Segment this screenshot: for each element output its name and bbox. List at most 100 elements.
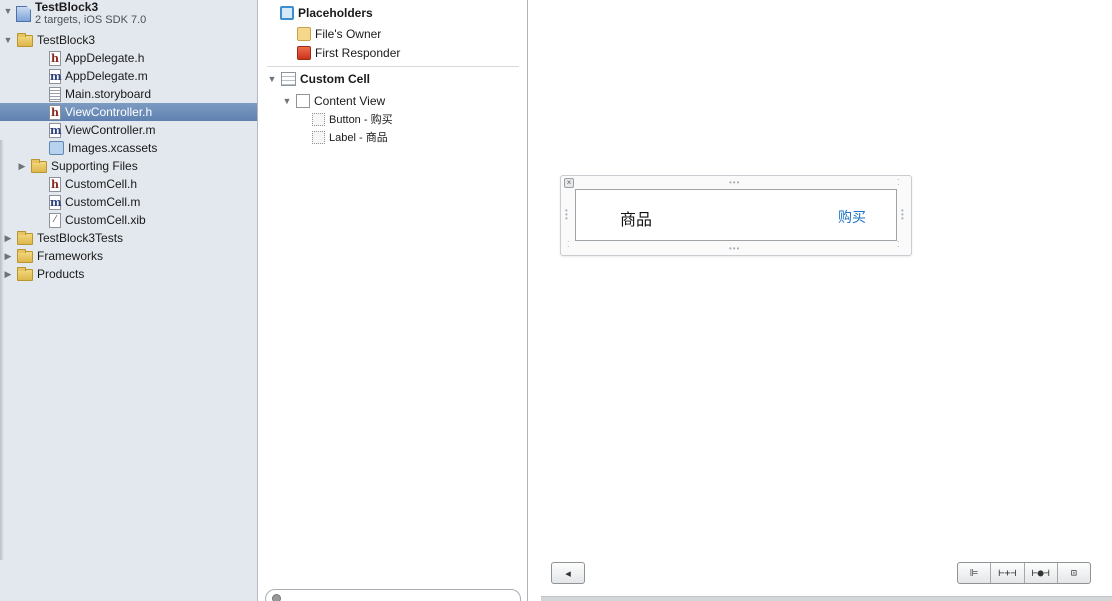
navigator-item[interactable]: ▼ TestBlock3 — [0, 31, 257, 49]
close-icon[interactable]: × — [564, 178, 574, 188]
first-responder-icon — [297, 46, 311, 60]
outline-label: First Responder — [315, 46, 401, 60]
files-owner-icon — [297, 27, 311, 41]
navigator-item[interactable]: ⁄ CustomCell.xib — [0, 211, 257, 229]
disclosure-open-icon[interactable]: ▼ — [3, 35, 13, 45]
outline-label: Content View — [314, 94, 386, 108]
custom-cell-frame[interactable]: × ••• ••• • • • • • • ⁚ ⁚ ⁚ 商品 购买 — [560, 175, 912, 256]
outline-divider — [267, 66, 519, 67]
navigator-item[interactable]: Images.xcassets — [0, 139, 257, 157]
outline-label: File's Owner — [315, 27, 382, 41]
resize-handle-bottom-icon[interactable]: ••• — [729, 245, 740, 253]
align-icon[interactable]: ⊫ — [958, 563, 992, 583]
outline-filter-field[interactable] — [265, 589, 521, 601]
document-outline: Placeholders File's Owner First Responde… — [259, 0, 528, 601]
implementation-file-icon: m — [49, 194, 62, 210]
navigator-item-label: Main.storyboard — [65, 87, 152, 101]
view-icon — [296, 94, 310, 108]
navigator-item[interactable]: m CustomCell.m — [0, 193, 257, 211]
implementation-file-icon: m — [49, 68, 62, 84]
indent: ▼ — [0, 35, 17, 45]
resize-icon[interactable]: ⊡ — [1058, 563, 1090, 583]
navigator-item-label: CustomCell.h — [65, 177, 138, 191]
buy-button[interactable]: 购买 — [838, 207, 866, 227]
outline-item-label[interactable]: Label - 商品 — [312, 128, 388, 146]
navigator-item-label: TestBlock3Tests — [37, 231, 124, 245]
label-object-icon — [312, 130, 325, 144]
navigator-item-label: TestBlock3 — [37, 33, 96, 47]
table-cell-icon — [281, 72, 296, 86]
folder-icon — [17, 231, 33, 245]
disclosure-closed-icon[interactable]: ▶ — [3, 251, 13, 261]
implementation-file-icon: m — [49, 122, 62, 138]
navigator-item[interactable]: ▶ Products — [0, 265, 257, 283]
interface-builder-canvas[interactable]: × ••• ••• • • • • • • ⁚ ⁚ ⁚ 商品 购买 ◂ ⊫ ⊢+⊣ ⊢●… — [529, 0, 1112, 601]
cell-content-view[interactable]: 商品 购买 — [575, 189, 897, 241]
project-icon — [16, 6, 31, 22]
project-subtitle: 2 targets, iOS SDK 7.0 — [35, 14, 147, 26]
button-object-icon — [312, 112, 325, 126]
product-label[interactable]: 商品 — [620, 206, 652, 230]
sidebar-toggle-icon: ◂ — [565, 567, 571, 580]
xib-file-icon: ⁄ — [49, 212, 61, 228]
navigator-item[interactable]: m ViewController.m — [0, 121, 257, 139]
toggle-outline-button[interactable]: ◂ — [551, 562, 585, 584]
folder-icon — [17, 249, 33, 263]
outline-item-files-owner[interactable]: File's Owner — [297, 25, 381, 43]
placeholder-cube-icon — [280, 6, 294, 20]
outline-label: Button - 购买 — [329, 114, 393, 126]
resolve-icon[interactable]: ⊢●⊣ — [1025, 563, 1058, 583]
header-file-icon: h — [49, 104, 61, 120]
outline-item-placeholders[interactable]: Placeholders — [280, 4, 373, 22]
project-name: TestBlock3 — [35, 0, 99, 14]
navigator-item-label: ViewController.m — [65, 123, 156, 137]
header-file-icon: h — [49, 50, 61, 66]
disclosure-open-icon[interactable]: ▼ — [3, 6, 13, 16]
navigator-item-label: Images.xcassets — [68, 141, 158, 155]
indent: ▶ — [0, 233, 17, 243]
outline-item-content-view[interactable]: ▼ Content View — [282, 92, 385, 110]
navigator-item[interactable]: h CustomCell.h — [0, 175, 257, 193]
resize-handle-corner-icon[interactable]: ⁚ — [897, 179, 901, 187]
resize-handle-corner-icon[interactable]: ⁚ — [567, 241, 571, 249]
asset-catalog-icon — [49, 141, 64, 155]
disclosure-closed-icon[interactable]: ▶ — [3, 269, 13, 279]
folder-icon — [31, 159, 47, 173]
navigator-item[interactable]: h AppDelegate.h — [0, 49, 257, 67]
outline-item-first-responder[interactable]: First Responder — [297, 44, 400, 62]
header-file-icon: h — [49, 176, 61, 192]
navigator-item-label: Products — [37, 267, 85, 281]
disclosure-closed-icon[interactable]: ▶ — [3, 233, 13, 243]
auto-layout-controls: ⊫ ⊢+⊣ ⊢●⊣ ⊡ — [957, 562, 1091, 584]
outline-item-custom-cell[interactable]: ▼ Custom Cell — [267, 70, 370, 88]
navigator-item-label: ViewController.h — [65, 105, 153, 119]
resize-handle-right-icon[interactable]: • • • — [901, 207, 905, 223]
resize-handle-left-icon[interactable]: • • • — [565, 207, 569, 223]
indent: ▶ — [0, 269, 17, 279]
navigator-item[interactable]: ▶ TestBlock3Tests — [0, 229, 257, 247]
horizontal-scrollbar[interactable] — [541, 596, 1112, 601]
outline-label: Placeholders — [298, 6, 373, 20]
disclosure-open-icon[interactable]: ▼ — [267, 74, 277, 84]
pin-icon[interactable]: ⊢+⊣ — [991, 563, 1025, 583]
outline-item-button[interactable]: Button - 购买 — [312, 110, 393, 128]
disclosure-closed-icon[interactable]: ▶ — [17, 161, 27, 171]
navigator-item[interactable]: m AppDelegate.m — [0, 67, 257, 85]
resize-handle-corner-icon[interactable]: ⁚ — [897, 241, 901, 249]
resize-handle-top-icon[interactable]: ••• — [729, 179, 740, 187]
navigator-item-label: AppDelegate.m — [65, 69, 148, 83]
navigator-item-label: Frameworks — [37, 249, 104, 263]
outline-label: Custom Cell — [300, 72, 371, 86]
navigator-item[interactable]: Main.storyboard — [0, 85, 257, 103]
navigator-item-label: AppDelegate.h — [65, 51, 145, 65]
navigator-item-label: Supporting Files — [51, 159, 138, 173]
navigator-item[interactable]: h ViewController.h — [0, 103, 257, 121]
disclosure-open-icon[interactable]: ▼ — [282, 96, 292, 106]
project-root-row[interactable]: ▼ TestBlock3 2 targets, iOS SDK 7.0 — [0, 0, 257, 30]
navigator-item[interactable]: ▶ Supporting Files — [0, 157, 257, 175]
navigator-item[interactable]: ▶ Frameworks — [0, 247, 257, 265]
filter-icon — [272, 594, 281, 601]
indent: ▶ — [0, 251, 17, 261]
storyboard-file-icon — [49, 86, 61, 102]
project-navigator: ▼ TestBlock3 2 targets, iOS SDK 7.0 ▼ Tes… — [0, 0, 258, 601]
